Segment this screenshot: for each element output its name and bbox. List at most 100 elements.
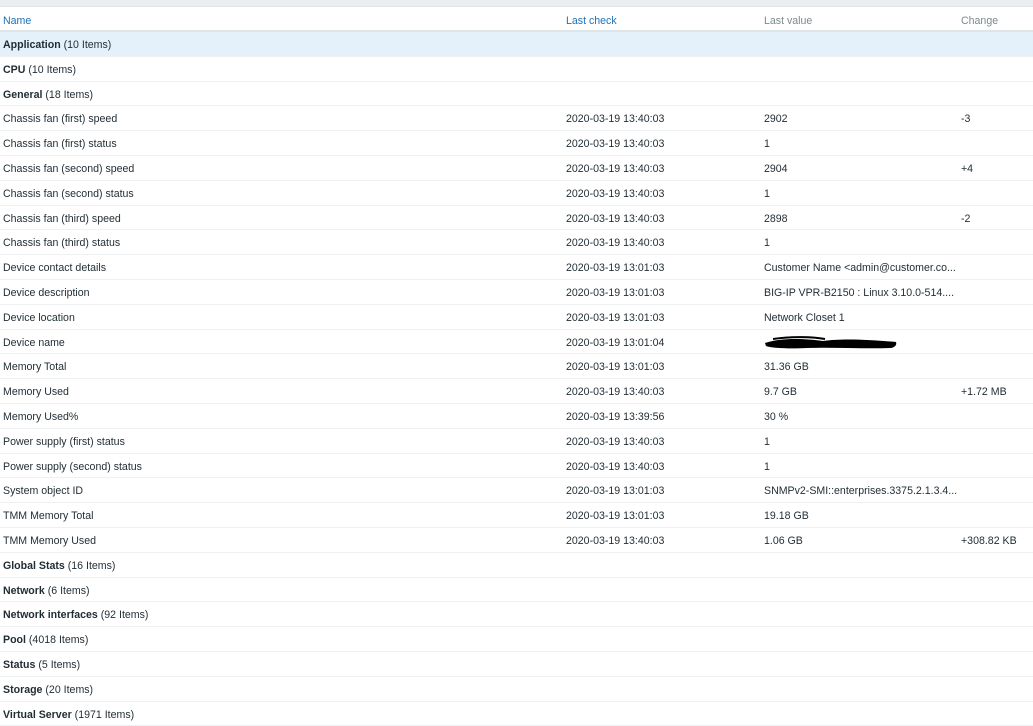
group-label: Storage (20 Items) <box>3 684 93 696</box>
last-check-cell: 2020-03-19 13:01:03 <box>566 361 665 374</box>
table-row: Memory Used 2020-03-19 13:40:03 9.7 GB +1.7… <box>0 379 1033 404</box>
item-name-cell: TMM Memory Total <box>3 510 94 523</box>
last-value-cell: 31.36 GB <box>764 361 809 374</box>
group-name: Storage <box>3 683 43 696</box>
change-column-header: Change <box>961 15 999 27</box>
last-value-cell: 2904 <box>764 162 788 175</box>
group-row[interactable]: Virtual Server (1971 Items) <box>0 702 1033 726</box>
item-name-cell: Memory Used% <box>3 410 79 423</box>
table-row: Device name 2020-03-19 13:01:04 <box>0 330 1033 355</box>
last-check-cell: 2020-03-19 13:40:03 <box>566 212 665 225</box>
item-name-cell: Chassis fan (second) status <box>3 187 134 200</box>
last-check-column-header[interactable]: Last check <box>566 15 617 27</box>
group-name: Application <box>3 39 61 51</box>
last-value-cell: 1 <box>764 138 770 151</box>
group-name: Network interfaces <box>3 609 98 622</box>
last-value-cell: 1.06 GB <box>764 534 803 547</box>
group-label: General (18 Items) <box>3 89 93 101</box>
table-row: TMM Memory Total 2020-03-19 13:01:03 19.18… <box>0 503 1033 528</box>
group-item-count: (6 Items) <box>47 584 90 597</box>
item-name-cell: Chassis fan (second) speed <box>3 162 135 175</box>
item-name-cell: Device description <box>3 286 90 299</box>
group-row[interactable]: Global Stats (16 Items) <box>0 553 1033 578</box>
last-value-cell: 1 <box>764 187 770 200</box>
group-row[interactable]: Network interfaces (92 Items) <box>0 602 1033 628</box>
latest-data-table: Application (10 Items) CPU (10 Items) Gene… <box>0 32 1033 726</box>
table-row: Chassis fan (third) status 2020-03-19 13:… <box>0 230 1033 256</box>
group-item-count: (5 Items) <box>38 658 81 671</box>
group-name: Network <box>3 584 45 597</box>
last-check-cell: 2020-03-19 13:40:03 <box>566 237 665 250</box>
last-check-cell: 2020-03-19 13:01:03 <box>566 286 665 299</box>
item-name-cell: Power supply (first) status <box>3 435 125 448</box>
item-name-cell: Chassis fan (third) status <box>3 237 121 250</box>
group-item-count: (10 Items) <box>63 39 112 51</box>
group-name: Pool <box>3 634 26 647</box>
last-value-column-header: Last value <box>764 15 813 27</box>
change-cell: +1.72 MB <box>961 386 1007 399</box>
item-name-cell: Chassis fan (first) status <box>3 138 117 151</box>
group-row[interactable]: Application (10 Items) <box>0 32 1033 57</box>
last-check-cell: 2020-03-19 13:01:03 <box>566 311 665 324</box>
change-cell: +4 <box>961 162 974 175</box>
group-label: Status (5 Items) <box>3 659 80 671</box>
item-name-cell: Memory Used <box>3 386 69 399</box>
group-row[interactable]: General (18 Items) <box>0 82 1033 107</box>
last-check-cell: 2020-03-19 13:40:03 <box>566 435 665 448</box>
group-row[interactable]: CPU (10 Items) <box>0 57 1033 82</box>
last-check-cell: 2020-03-19 13:40:03 <box>566 460 665 473</box>
last-value-cell: 19.18 GB <box>764 510 809 523</box>
group-label: Application (10 Items) <box>3 39 111 51</box>
group-item-count: (92 Items) <box>100 609 149 622</box>
group-item-count: (1971 Items) <box>74 708 135 721</box>
group-label: Network (6 Items) <box>3 585 90 597</box>
change-cell: +308.82 KB <box>961 534 1017 547</box>
table-row: Memory Used% 2020-03-19 13:39:56 30 % <box>0 404 1033 429</box>
group-row[interactable]: Storage (20 Items) <box>0 677 1033 702</box>
item-name-cell: Memory Total <box>3 361 67 374</box>
table-row: TMM Memory Used 2020-03-19 13:40:03 1.06 G… <box>0 528 1033 553</box>
table-header: Name Last check Last value Change <box>0 7 1033 32</box>
table-row: Chassis fan (second) speed 2020-03-19 13:… <box>0 156 1033 181</box>
last-value-cell: 1 <box>764 435 770 448</box>
group-row[interactable]: Pool (4018 Items) <box>0 627 1033 652</box>
last-check-cell: 2020-03-19 13:01:04 <box>566 336 665 349</box>
group-item-count: (10 Items) <box>28 63 77 76</box>
group-label: Global Stats (16 Items) <box>3 560 115 572</box>
table-row: Device contact details 2020-03-19 13:01:0… <box>0 255 1033 280</box>
group-item-count: (4018 Items) <box>28 634 89 647</box>
table-row: Chassis fan (first) status 2020-03-19 13:… <box>0 131 1033 156</box>
last-value-cell: BIG-IP VPR-B2150 : Linux 3.10.0-514.... <box>764 286 955 299</box>
table-row: Device location 2020-03-19 13:01:03 Networ… <box>0 305 1033 330</box>
last-value-cell: 1 <box>764 237 770 250</box>
item-name-cell: Device name <box>3 336 65 349</box>
last-check-cell: 2020-03-19 13:40:03 <box>566 138 665 151</box>
last-check-cell: 2020-03-19 13:01:03 <box>566 485 665 498</box>
last-check-cell: 2020-03-19 13:40:03 <box>566 534 665 547</box>
group-label: Virtual Server (1971 Items) <box>3 709 134 721</box>
table-row: Chassis fan (first) speed 2020-03-19 13:4… <box>0 106 1033 132</box>
last-value-cell: Network Closet 1 <box>764 311 845 324</box>
table-row: Chassis fan (third) speed 2020-03-19 13:4… <box>0 206 1033 231</box>
item-name-cell: System object ID <box>3 485 84 498</box>
group-row[interactable]: Status (5 Items) <box>0 652 1033 677</box>
last-check-cell: 2020-03-19 13:40:03 <box>566 113 665 126</box>
group-item-count: (18 Items) <box>45 88 94 101</box>
group-label: CPU (10 Items) <box>3 64 76 76</box>
group-name: General <box>3 88 43 101</box>
last-check-cell: 2020-03-19 13:40:03 <box>566 162 665 175</box>
last-value-cell: SNMPv2-SMI::enterprises.3375.2.1.3.4... <box>764 485 958 498</box>
name-column-header[interactable]: Name <box>3 15 31 27</box>
last-check-cell: 2020-03-19 13:01:03 <box>566 510 665 523</box>
last-value-cell: 9.7 GB <box>764 386 797 399</box>
table-row: Memory Total 2020-03-19 13:01:03 31.36 GB <box>0 354 1033 380</box>
group-name: CPU <box>3 63 26 76</box>
group-item-count: (16 Items) <box>67 559 116 572</box>
last-value-cell: 1 <box>764 460 770 473</box>
group-row[interactable]: Network (6 Items) <box>0 578 1033 603</box>
item-name-cell: Chassis fan (first) speed <box>3 113 118 126</box>
change-cell: -2 <box>961 212 971 225</box>
last-value-cell: 2902 <box>764 113 788 126</box>
redaction-mark <box>765 335 897 348</box>
table-row: Power supply (second) status 2020-03-19 1… <box>0 454 1033 479</box>
